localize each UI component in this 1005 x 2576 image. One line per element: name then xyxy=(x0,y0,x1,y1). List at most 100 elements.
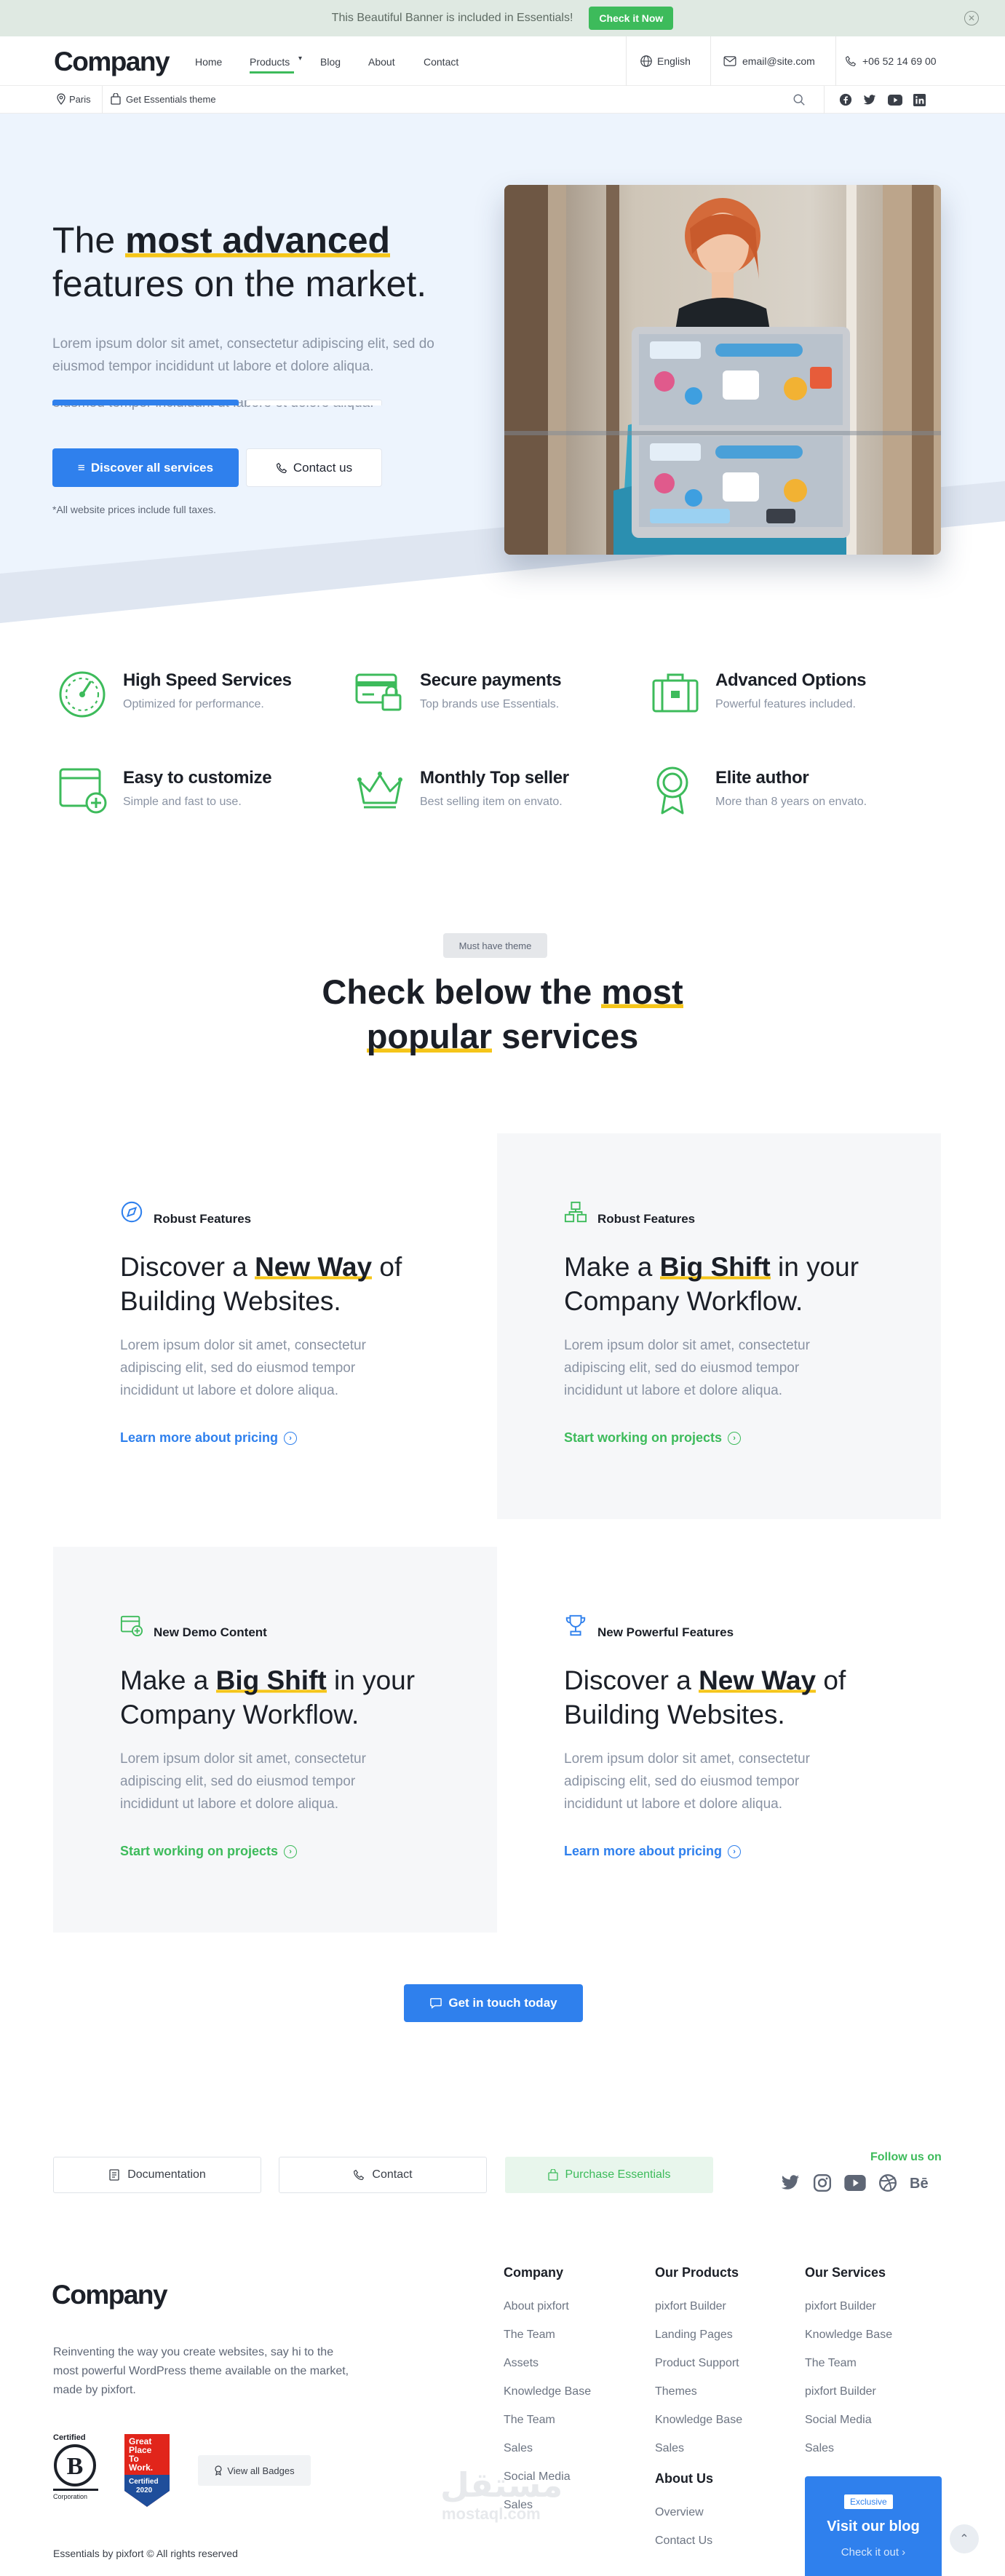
behance-icon[interactable]: Bē xyxy=(910,2175,933,2191)
back-to-top-icon[interactable]: ⌃ xyxy=(950,2524,979,2553)
mail-icon xyxy=(723,56,736,66)
banner-cta-button[interactable]: Check it Now xyxy=(589,7,674,30)
footer-col-title: Our Services xyxy=(805,2265,886,2280)
footer-link[interactable]: Themes xyxy=(655,2385,697,2398)
watermark-latin: mostaql.com xyxy=(442,2505,541,2523)
subbar-divider xyxy=(824,86,825,114)
footer-link[interactable]: Knowledge Base xyxy=(655,2414,742,2427)
twitter-icon[interactable] xyxy=(780,2175,801,2191)
get-in-touch-button[interactable]: Get in touch today xyxy=(404,1984,583,2022)
award-badge-icon xyxy=(215,2465,222,2476)
banner-close-icon[interactable]: ✕ xyxy=(964,11,979,25)
hero-title-highlight: most advanced xyxy=(125,220,391,261)
nav-blog[interactable]: Blog xyxy=(320,56,341,68)
svg-text:Bē: Bē xyxy=(910,2176,929,2191)
footer-link[interactable]: Landing Pages xyxy=(655,2329,733,2342)
phone-text: +06 52 14 69 00 xyxy=(862,55,937,67)
footer-link[interactable]: Knowledge Base xyxy=(805,2329,892,2342)
feature-title: High Speed Services xyxy=(123,670,292,690)
card-title-pre: Discover a xyxy=(120,1252,255,1282)
feature-subtitle: Simple and fast to use. xyxy=(123,796,242,808)
document-icon xyxy=(109,2169,119,2181)
footer-logo[interactable]: Company xyxy=(52,2280,168,2310)
email-link[interactable]: email@site.com xyxy=(723,36,815,86)
footer-link[interactable]: The Team xyxy=(805,2357,857,2370)
documentation-button[interactable]: Documentation xyxy=(53,2157,261,2193)
feature-title: Advanced Options xyxy=(715,670,867,690)
feature-card: Robust Features Discover a New Way of Bu… xyxy=(53,1133,497,1519)
card-title: Discover a New Way of Building Websites. xyxy=(120,1250,455,1318)
nav-home[interactable]: Home xyxy=(195,56,222,68)
great-place-to-work-badge: Great Place To Work. Certified 2020 xyxy=(124,2434,170,2508)
header-divider xyxy=(835,36,836,86)
card-title: Discover a New Way of Building Websites. xyxy=(564,1663,899,1732)
footer-link[interactable]: Sales xyxy=(504,2442,533,2455)
footer-link[interactable]: Sales xyxy=(655,2442,684,2455)
blog-card-link[interactable]: Check it out › xyxy=(805,2546,942,2559)
dribbble-icon[interactable] xyxy=(878,2173,897,2192)
b-corp-badge-bottom: Corporation xyxy=(53,2493,88,2500)
feature-subtitle: Top brands use Essentials. xyxy=(420,698,560,710)
youtube-icon[interactable] xyxy=(844,2175,866,2191)
purchase-label: Purchase Essentials xyxy=(565,2168,671,2181)
footer-link[interactable]: pixfort Builder xyxy=(805,2385,876,2398)
footer-link[interactable]: pixfort Builder xyxy=(805,2300,876,2313)
nav-contact[interactable]: Contact xyxy=(424,56,458,68)
credit-card-lock-icon xyxy=(355,673,402,711)
purchase-essentials-button[interactable]: Purchase Essentials xyxy=(505,2157,713,2193)
footer-contact-button[interactable]: Contact xyxy=(279,2157,487,2193)
instagram-icon[interactable] xyxy=(813,2173,832,2192)
section-title-highlight: most xyxy=(601,972,683,1011)
section-title-pre: Check below the xyxy=(322,972,602,1011)
view-all-badges-button[interactable]: View all Badges xyxy=(198,2455,311,2486)
visit-blog-card[interactable]: Exclusive Visit our blog Check it out › xyxy=(805,2476,942,2576)
nav-products[interactable]: Products xyxy=(250,56,290,68)
feature-subtitle: More than 8 years on envato. xyxy=(715,796,867,808)
start-projects-link[interactable]: Start working on projects › xyxy=(120,1844,298,1859)
learn-pricing-link[interactable]: Learn more about pricing › xyxy=(564,1844,742,1859)
arrow-right-circle-icon: › xyxy=(284,1844,298,1858)
footer-link[interactable]: The Team xyxy=(504,2329,555,2342)
phone-link[interactable]: +06 52 14 69 00 xyxy=(845,36,937,86)
linkedin-icon[interactable] xyxy=(913,94,926,106)
footer-col-title: Company xyxy=(504,2265,564,2280)
speedometer-icon xyxy=(59,671,106,718)
footer-link[interactable]: The Team xyxy=(504,2414,555,2427)
nav-about[interactable]: About xyxy=(368,56,395,68)
footer-link[interactable]: Knowledge Base xyxy=(504,2385,591,2398)
search-icon[interactable] xyxy=(793,93,806,106)
discover-services-button[interactable]: ≡ Discover all services xyxy=(52,448,239,487)
logo[interactable]: Company xyxy=(54,47,170,77)
language-selector[interactable]: English xyxy=(640,36,691,86)
header-divider xyxy=(626,36,627,86)
footer-col-title: Our Products xyxy=(655,2265,739,2280)
facebook-icon[interactable] xyxy=(839,93,852,106)
card-title: Make a Big Shift in your Company Workflo… xyxy=(120,1663,455,1732)
card-link-label: Start working on projects xyxy=(120,1844,279,1858)
subbar-divider xyxy=(102,86,103,114)
svg-text:B: B xyxy=(67,2453,84,2480)
contact-us-button[interactable]: Contact us xyxy=(246,448,382,487)
footer-link[interactable]: Contact Us xyxy=(655,2535,712,2548)
copyright-text: Essentials by pixfort © All rights reser… xyxy=(53,2548,238,2559)
footer-link[interactable]: Sales xyxy=(805,2442,834,2455)
twitter-icon[interactable] xyxy=(863,95,876,106)
get-theme-link[interactable]: Get Essentials theme xyxy=(111,93,216,105)
globe-icon xyxy=(640,55,652,67)
view-all-badges-label: View all Badges xyxy=(227,2465,295,2476)
feature-card: Robust Features Make a Big Shift in your… xyxy=(497,1133,941,1519)
youtube-icon[interactable] xyxy=(888,95,902,106)
footer-link[interactable]: Assets xyxy=(504,2357,539,2370)
footer-link[interactable]: pixfort Builder xyxy=(655,2300,726,2313)
footer-link[interactable]: Overview xyxy=(655,2506,704,2519)
feature-title: Monthly Top seller xyxy=(420,768,569,788)
start-projects-link[interactable]: Start working on projects › xyxy=(564,1430,742,1446)
learn-pricing-link[interactable]: Learn more about pricing › xyxy=(120,1430,298,1446)
footer-link[interactable]: Product Support xyxy=(655,2357,739,2370)
footer-link[interactable]: Social Media xyxy=(805,2414,872,2427)
card-label: New Powerful Features xyxy=(597,1625,734,1639)
footer-link[interactable]: About pixfort xyxy=(504,2300,569,2313)
card-title: Make a Big Shift in your Company Workflo… xyxy=(564,1250,899,1318)
b-corp-badge: Certified B Corporation xyxy=(53,2433,98,2509)
language-label: English xyxy=(657,55,691,67)
